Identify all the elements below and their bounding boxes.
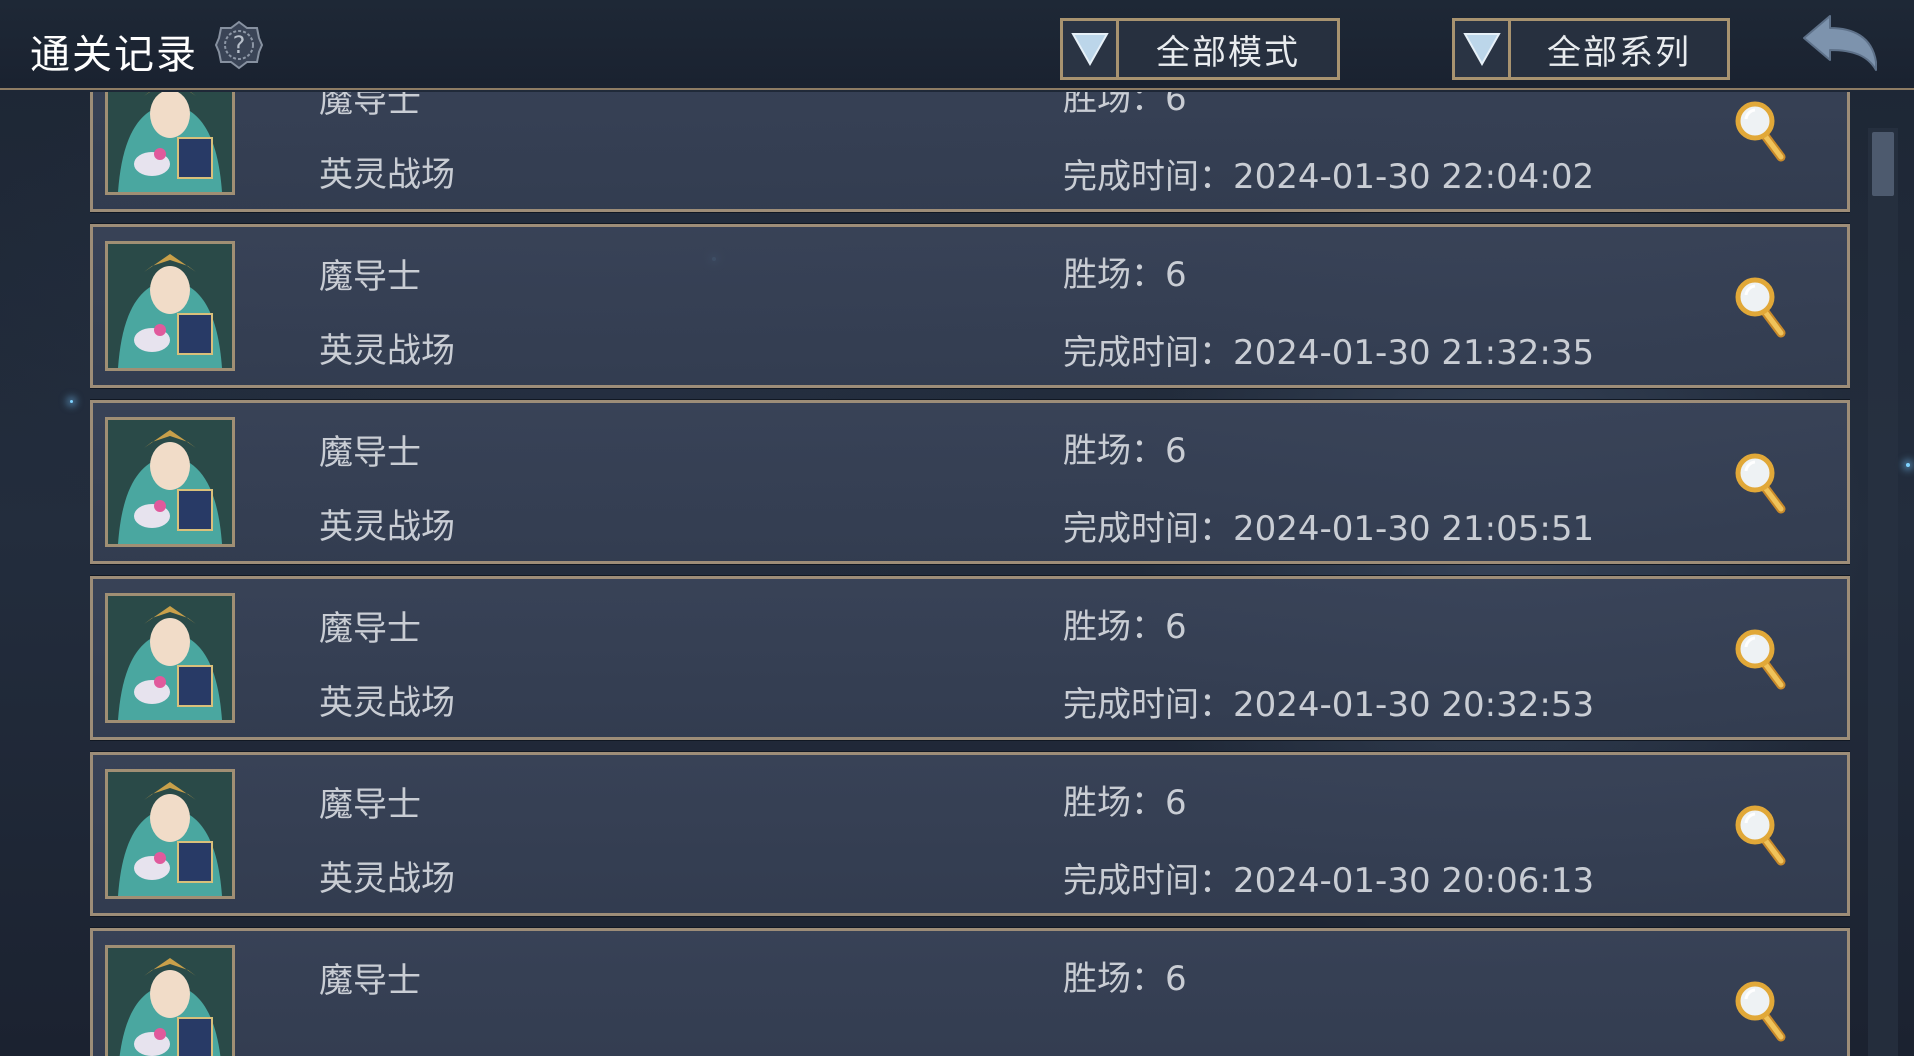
list-scrollbar-thumb[interactable] xyxy=(1872,132,1894,196)
record-wins: 胜场：6 xyxy=(1063,783,1187,823)
record-row[interactable]: 魔导士 英灵战场 胜场：6 完成时间：2024-01-30 20:06:13 xyxy=(90,751,1850,917)
mage-portrait xyxy=(105,241,235,371)
clear-record-list[interactable]: 魔导士 英灵战场 胜场：6 完成时间：2024-01-30 22:04:02 魔… xyxy=(90,92,1850,1056)
magnifier-icon[interactable] xyxy=(1733,99,1789,163)
background-star xyxy=(70,400,73,403)
record-hero-name: 魔导士 xyxy=(319,961,421,1001)
top-bar: 通关记录 ? 全部模式 全部系列 xyxy=(0,0,1914,90)
magnifier-icon[interactable] xyxy=(1733,451,1789,515)
record-hero-name: 魔导士 xyxy=(319,433,421,473)
record-mode: 英灵战场 xyxy=(319,859,455,899)
triangle-down-icon xyxy=(1063,21,1119,77)
record-finish-time: 完成时间：2024-01-30 20:32:53 xyxy=(1063,685,1595,725)
record-mode: 英灵战场 xyxy=(319,331,455,371)
mage-portrait xyxy=(105,769,235,899)
mode-filter-label: 全部模式 xyxy=(1156,32,1300,73)
record-finish-time: 完成时间：2024-01-30 21:05:51 xyxy=(1063,509,1595,549)
magnifier-icon[interactable] xyxy=(1733,275,1789,339)
svg-text:?: ? xyxy=(233,31,246,59)
record-row[interactable]: 魔导士 胜场：6 xyxy=(90,927,1850,1056)
record-row[interactable]: 魔导士 英灵战场 胜场：6 完成时间：2024-01-30 21:05:51 xyxy=(90,399,1850,565)
mode-filter-dropdown[interactable]: 全部模式 xyxy=(1060,18,1340,80)
record-wins: 胜场：6 xyxy=(1063,431,1187,471)
record-finish-time: 完成时间：2024-01-30 20:06:13 xyxy=(1063,861,1595,901)
series-filter-label: 全部系列 xyxy=(1547,32,1691,73)
background-star xyxy=(1906,463,1910,467)
list-scrollbar-track[interactable] xyxy=(1868,128,1898,1056)
record-hero-name: 魔导士 xyxy=(319,785,421,825)
triangle-down-icon xyxy=(1455,21,1511,77)
page-title: 通关记录 xyxy=(30,32,198,78)
record-row[interactable]: 魔导士 英灵战场 胜场：6 完成时间：2024-01-30 21:32:35 xyxy=(90,223,1850,389)
record-mode: 英灵战场 xyxy=(319,155,455,195)
mage-portrait xyxy=(105,593,235,723)
record-hero-name: 魔导士 xyxy=(319,92,421,121)
record-wins: 胜场：6 xyxy=(1063,255,1187,295)
record-hero-name: 魔导士 xyxy=(319,257,421,297)
record-mode: 英灵战场 xyxy=(319,507,455,547)
record-finish-time: 完成时间：2024-01-30 21:32:35 xyxy=(1063,333,1595,373)
record-hero-name: 魔导士 xyxy=(319,609,421,649)
record-row[interactable]: 魔导士 英灵战场 胜场：6 完成时间：2024-01-30 22:04:02 xyxy=(90,92,1850,213)
record-wins: 胜场：6 xyxy=(1063,607,1187,647)
record-mode: 英灵战场 xyxy=(319,683,455,723)
back-arrow-icon[interactable] xyxy=(1800,12,1880,76)
record-wins: 胜场：6 xyxy=(1063,92,1187,119)
mage-portrait xyxy=(105,92,235,195)
record-finish-time: 完成时间：2024-01-30 22:04:02 xyxy=(1063,157,1595,197)
record-row[interactable]: 魔导士 英灵战场 胜场：6 完成时间：2024-01-30 20:32:53 xyxy=(90,575,1850,741)
magnifier-icon[interactable] xyxy=(1733,803,1789,867)
magnifier-icon[interactable] xyxy=(1733,627,1789,691)
mage-portrait xyxy=(105,945,235,1056)
mage-portrait xyxy=(105,417,235,547)
series-filter-dropdown[interactable]: 全部系列 xyxy=(1452,18,1730,80)
magnifier-icon[interactable] xyxy=(1733,979,1789,1043)
help-icon[interactable]: ? xyxy=(214,20,264,70)
record-wins: 胜场：6 xyxy=(1063,959,1187,999)
